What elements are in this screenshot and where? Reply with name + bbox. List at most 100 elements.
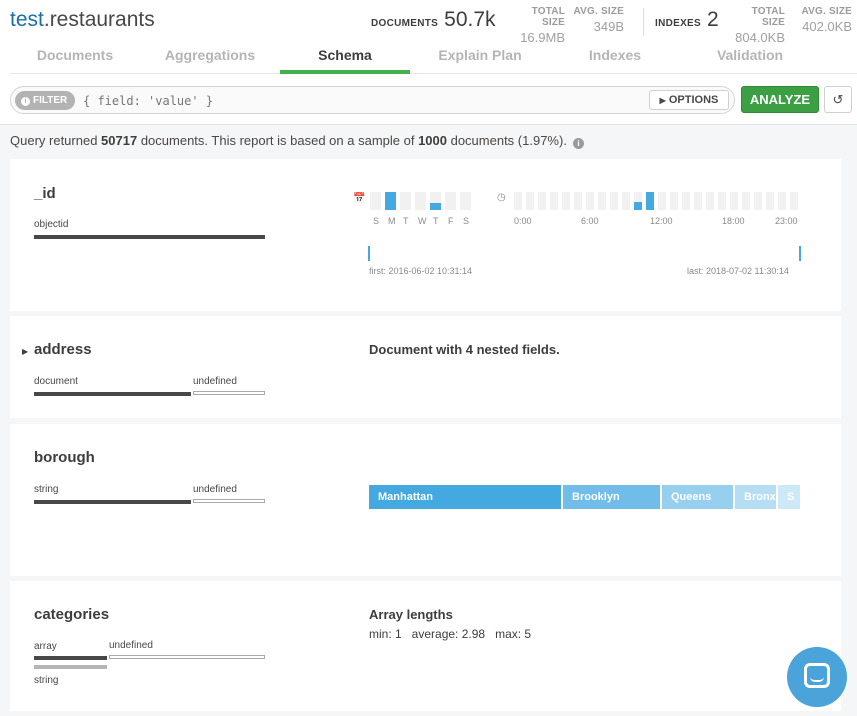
type-bar-objectid[interactable] (34, 235, 265, 239)
tab-explain-plan[interactable]: Explain Plan (415, 42, 545, 74)
hour-bar[interactable] (766, 192, 774, 210)
first-date-label: first: 2016-06-02 10:31:14 (369, 266, 473, 276)
tab-schema[interactable]: Schema (280, 42, 410, 74)
info-icon: i (21, 97, 30, 106)
analyze-button[interactable]: ANALYZE (741, 86, 819, 113)
field-name: address (34, 341, 92, 358)
caret-right-icon: ▶ (659, 96, 666, 105)
weekday-label: T (403, 216, 409, 226)
filter-label: i FILTER (15, 91, 75, 110)
indexes-avg-size: AVG. SIZE 402.0KB (801, 6, 852, 34)
hour-bar[interactable] (658, 192, 666, 210)
hour-bar[interactable] (526, 192, 534, 210)
indexes-count: INDEXES 2 (655, 8, 719, 31)
hour-bar[interactable] (562, 192, 570, 210)
tab-aggregations[interactable]: Aggregations (145, 42, 275, 74)
field-card-id: _id objectid 📅 SMTWTFS ◷ 0:00 6:00 12:00 18… (10, 159, 841, 311)
hour-bar[interactable] (718, 192, 726, 210)
collection-header: test.restaurants DOCUMENTS 50.7k TOTAL S… (0, 0, 857, 75)
borough-value-segment[interactable]: Queens (662, 485, 733, 509)
documents-total-size: TOTAL SIZE 16.9MB (520, 6, 565, 45)
tab-validation[interactable]: Validation (685, 42, 815, 74)
header-divider (643, 8, 644, 36)
hour-bar[interactable] (514, 192, 522, 210)
query-history-button[interactable]: ↺ (824, 86, 852, 113)
hour-bar[interactable] (610, 192, 618, 210)
array-lengths-stats: min: 1 average: 2.98 max: 5 (369, 627, 532, 641)
options-button[interactable]: ▶ OPTIONS (649, 90, 729, 110)
tab-documents[interactable]: Documents (10, 42, 140, 74)
hour-bar[interactable] (706, 192, 714, 210)
hour-bar[interactable] (790, 192, 798, 210)
field-name: _id (34, 185, 56, 202)
weekday-bar[interactable] (445, 192, 456, 210)
chat-launcher-button[interactable] (787, 647, 847, 707)
weekday-bar[interactable] (460, 192, 471, 210)
sample-status: Query returned 50717 documents. This rep… (0, 126, 857, 158)
weekday-bar[interactable] (415, 192, 426, 210)
hour-bar[interactable] (778, 192, 786, 210)
hour-bar[interactable] (682, 192, 690, 210)
hour-bar[interactable] (538, 192, 546, 210)
hour-bar[interactable] (730, 192, 738, 210)
database-name: test (10, 8, 44, 31)
hour-label: 18:00 (722, 216, 745, 226)
hour-bar[interactable] (622, 192, 630, 210)
hour-bar[interactable] (550, 192, 558, 210)
field-name: borough (34, 449, 95, 466)
type-label: undefined (193, 484, 237, 495)
weekday-label: M (388, 216, 396, 226)
hour-label: 6:00 (581, 216, 599, 226)
borough-value-segment[interactable]: Brooklyn (563, 485, 660, 509)
calendar-icon: 📅 (353, 193, 366, 204)
type-bar-undefined[interactable] (193, 391, 265, 395)
hour-bar[interactable] (754, 192, 762, 210)
weekday-label: S (373, 216, 380, 226)
documents-count: DOCUMENTS 50.7k (371, 8, 496, 31)
type-label: array (34, 641, 57, 652)
subtype-label: string (34, 675, 59, 686)
type-bar-document[interactable] (34, 392, 191, 396)
field-name: categories (34, 606, 110, 623)
weekday-label: T (433, 216, 439, 226)
type-label: document (34, 376, 78, 387)
hour-bar[interactable] (598, 192, 606, 210)
hour-label: 12:00 (650, 216, 673, 226)
borough-value-segment[interactable]: Bronx (735, 485, 776, 509)
borough-value-segment[interactable]: S (778, 485, 800, 509)
collection-name: .restaurants (43, 8, 155, 31)
type-bar-undefined[interactable] (109, 655, 265, 659)
history-icon: ↺ (832, 92, 844, 107)
hour-bar[interactable] (694, 192, 702, 210)
subtype-bar-string[interactable] (34, 665, 107, 669)
hour-bar[interactable] (586, 192, 594, 210)
first-date-marker (368, 246, 370, 261)
hour-bar[interactable] (574, 192, 582, 210)
info-icon[interactable]: i (572, 138, 584, 149)
field-card-address: ▶ address document undefined Document wi… (10, 316, 841, 418)
hour-bar[interactable] (670, 192, 678, 210)
type-label: objectid (34, 219, 69, 230)
expand-caret-icon[interactable]: ▶ (22, 347, 28, 356)
type-bar-string[interactable] (34, 500, 191, 504)
hour-label: 0:00 (514, 216, 532, 226)
weekday-bar-fill (430, 203, 441, 210)
hour-bar[interactable] (742, 192, 750, 210)
nested-fields-description: Document with 4 nested fields. (369, 342, 560, 357)
array-lengths-title: Array lengths (369, 607, 453, 622)
borough-value-segment[interactable]: Manhattan (369, 485, 561, 509)
weekday-bar[interactable] (370, 192, 381, 210)
field-card-categories: categories array undefined string Array … (10, 581, 841, 711)
type-bar-array[interactable] (34, 656, 107, 660)
hour-bar-fill (646, 192, 654, 210)
tab-indexes[interactable]: Indexes (550, 42, 680, 74)
chat-icon (804, 663, 830, 688)
last-date-marker (799, 246, 801, 261)
namespace-title: test.restaurants (10, 8, 155, 32)
weekday-bar[interactable] (400, 192, 411, 210)
hour-bar-fill (634, 202, 642, 210)
collection-tabs: Documents Aggregations Schema Explain Pl… (10, 42, 857, 74)
weekday-label: S (463, 216, 470, 226)
filter-input[interactable] (83, 91, 643, 110)
type-bar-undefined[interactable] (193, 499, 265, 503)
